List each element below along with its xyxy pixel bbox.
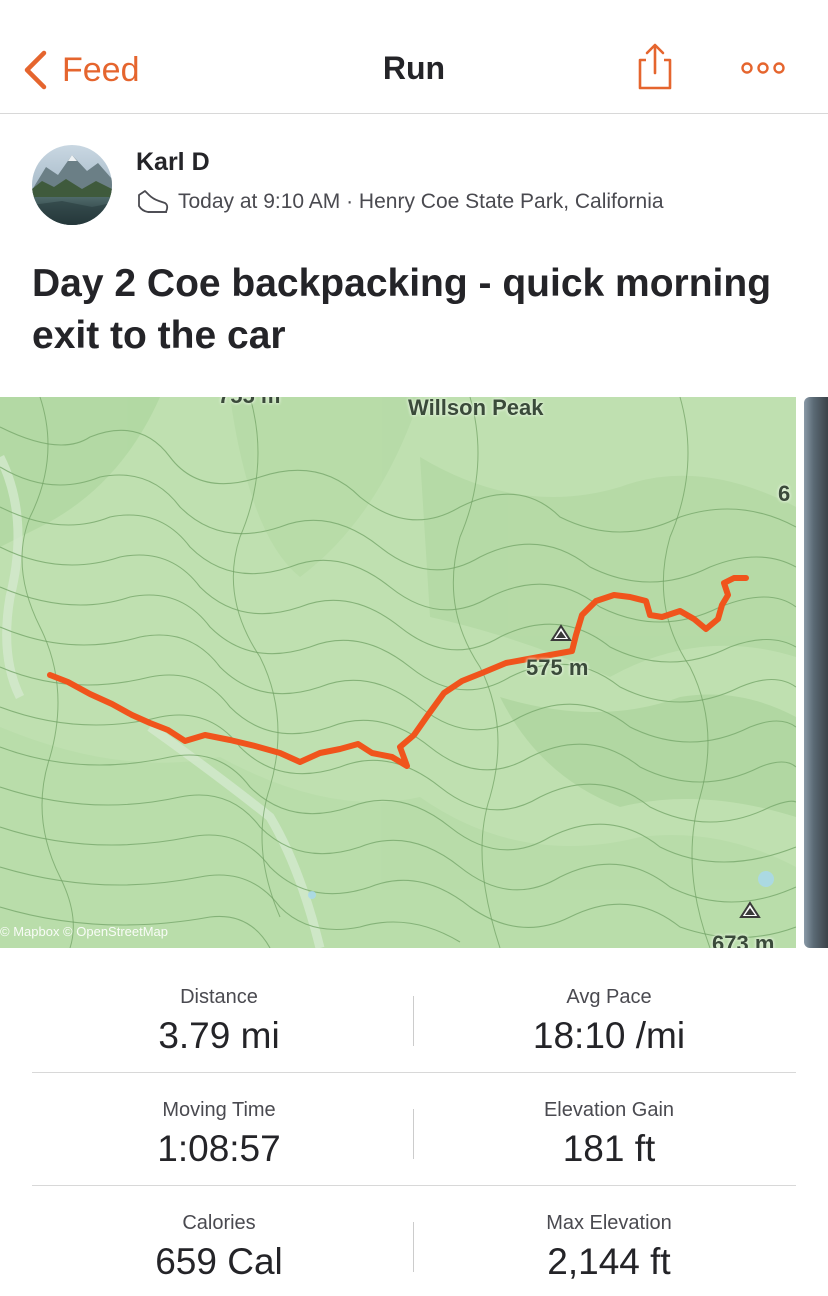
divider <box>413 1222 414 1272</box>
stat-label: Distance <box>180 986 258 1008</box>
more-icon <box>741 62 785 74</box>
back-button[interactable]: Feed <box>22 48 140 92</box>
stat-label: Avg Pace <box>566 986 652 1008</box>
share-button[interactable] <box>636 42 674 92</box>
stat-row: Moving Time 1:08:57 Elevation Gain 181 f… <box>32 1073 796 1186</box>
stat-value: 18:10 /mi <box>532 1015 686 1056</box>
map-attribution[interactable]: © Mapbox © OpenStreetMap <box>0 924 168 939</box>
chevron-left-icon <box>24 50 47 90</box>
stat-distance: Distance 3.79 mi <box>32 960 406 1057</box>
avatar-image <box>32 145 112 225</box>
elevation-label-top: 755 m <box>218 397 280 409</box>
route-map[interactable]: 755 m Willson Peak 575 m 673 m 6 <box>0 397 796 948</box>
share-icon <box>638 43 672 90</box>
map-canvas <box>0 397 796 948</box>
stats-grid: Distance 3.79 mi Avg Pace 18:10 /mi Movi… <box>32 960 796 1296</box>
divider <box>413 996 414 1046</box>
back-label: Feed <box>62 50 140 89</box>
shoe-icon <box>138 190 169 213</box>
next-media-peek[interactable] <box>804 397 828 948</box>
stat-label: Calories <box>182 1212 256 1234</box>
activity-time-location: Today at 9:10 AM · Henry Coe State Park,… <box>178 190 664 213</box>
stat-value: 1:08:57 <box>157 1128 281 1169</box>
stat-label: Moving Time <box>162 1099 276 1121</box>
stat-value: 181 ft <box>562 1128 656 1169</box>
stat-value: 3.79 mi <box>158 1015 280 1056</box>
stat-value: 659 Cal <box>155 1241 283 1282</box>
activity-meta: Today at 9:10 AM · Henry Coe State Park,… <box>136 187 664 217</box>
stat-max-elevation: Max Elevation 2,144 ft <box>422 1186 796 1283</box>
navigation-bar: Feed Run <box>0 0 828 114</box>
elevation-label-mid: 575 m <box>526 655 589 680</box>
stat-label: Elevation Gain <box>543 1099 675 1121</box>
stat-row: Calories 659 Cal Max Elevation 2,144 ft <box>32 1186 796 1296</box>
stat-elevation-gain: Elevation Gain 181 ft <box>422 1073 796 1170</box>
avatar[interactable] <box>32 145 112 225</box>
divider <box>413 1109 414 1159</box>
more-button[interactable] <box>740 58 786 78</box>
stat-value: 2,144 ft <box>547 1241 671 1282</box>
stat-row: Distance 3.79 mi Avg Pace 18:10 /mi <box>32 960 796 1073</box>
athlete-name[interactable]: Karl D <box>136 148 210 177</box>
elevation-label-bottom: 673 m <box>712 931 775 948</box>
stat-label: Max Elevation <box>546 1212 672 1234</box>
activity-title: Day 2 Coe backpacking - quick morning ex… <box>32 262 772 357</box>
stat-avg-pace: Avg Pace 18:10 /mi <box>422 960 796 1057</box>
stat-moving-time: Moving Time 1:08:57 <box>32 1073 406 1170</box>
stat-calories: Calories 659 Cal <box>32 1186 406 1283</box>
peak-label: Willson Peak <box>408 397 544 420</box>
elevation-label-edge: 6 <box>778 481 791 506</box>
